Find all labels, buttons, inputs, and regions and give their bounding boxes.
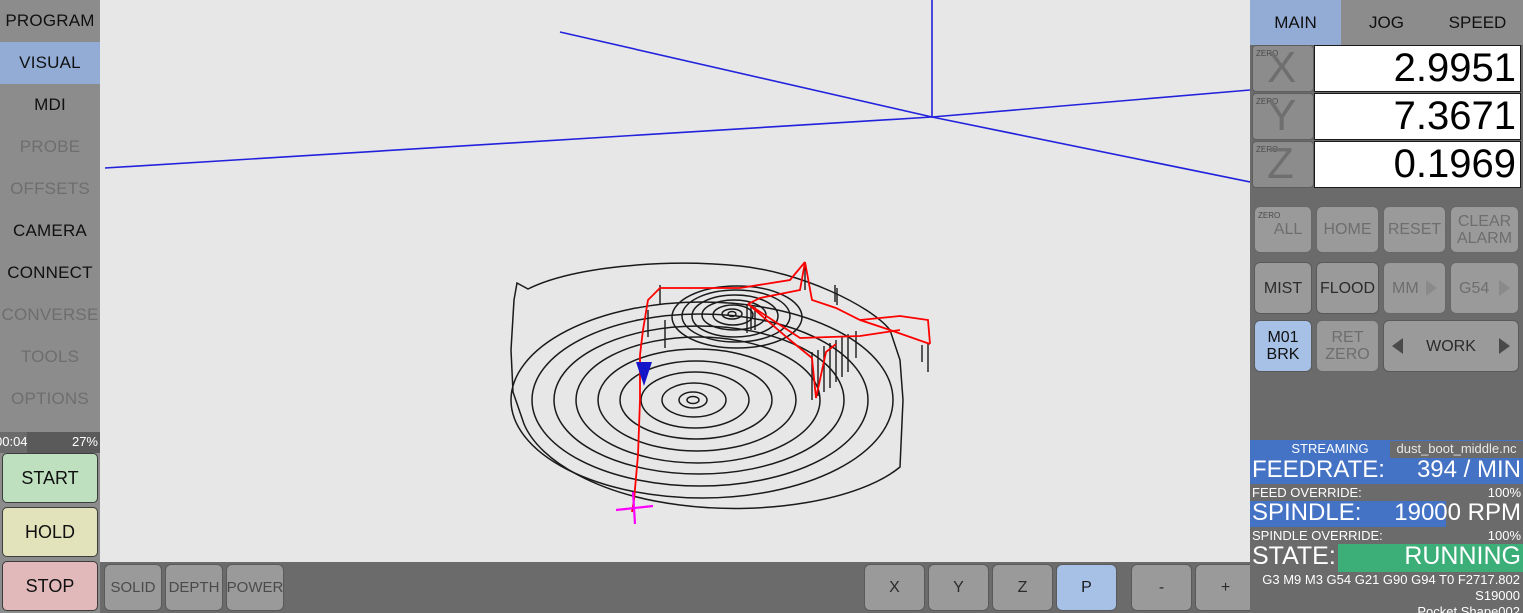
- machine-status-panel: STREAMING dust_boot_middle.nc FEEDRATE: …: [1250, 440, 1523, 613]
- units-selector: MM: [1383, 262, 1446, 314]
- coordinate-mode-label: WORK: [1426, 337, 1476, 355]
- streaming-label: STREAMING: [1291, 441, 1369, 456]
- view-button-y[interactable]: Y: [928, 564, 989, 611]
- toolpath-viewport[interactable]: [100, 0, 1250, 562]
- ret-zero-line-1: RET: [1331, 329, 1364, 346]
- dro-row-y: ZERO Y 7.3671: [1252, 91, 1521, 140]
- flood-button[interactable]: FLOOD: [1316, 262, 1379, 314]
- chevron-right-icon[interactable]: [1499, 338, 1510, 354]
- gcode-modal-line-2: S19000: [1250, 588, 1523, 604]
- tab-main[interactable]: MAIN: [1250, 0, 1341, 45]
- right-control-panel: MAIN JOG SPEED ZERO X 2.9951 ZERO Y 7.36…: [1250, 0, 1523, 613]
- zero-y-button[interactable]: ZERO Y: [1252, 91, 1314, 140]
- toolpath-canvas: [104, 0, 1250, 525]
- machine-axis-lines: [104, 0, 1250, 183]
- sidebar-item-connect[interactable]: CONNECT: [0, 252, 100, 294]
- dro-row-z: ZERO Z 0.1969: [1252, 139, 1521, 188]
- m01-line-1: M01: [1267, 329, 1299, 346]
- spindle-override-label: SPINDLE OVERRIDE:: [1252, 528, 1383, 543]
- digital-readout: ZERO X 2.9951 ZERO Y 7.3671 ZERO Z 0.196…: [1252, 43, 1521, 189]
- axis-letter-y: Y: [1267, 91, 1297, 140]
- sidebar-item-tools: TOOLS: [0, 336, 100, 378]
- feed-override-value: 100%: [1487, 485, 1521, 500]
- display-mode-depth[interactable]: DEPTH: [165, 564, 223, 611]
- state-row: STATE: RUNNING: [1250, 542, 1523, 572]
- state-label: STATE:: [1252, 542, 1336, 570]
- ret-zero-line-2: ZERO: [1325, 346, 1370, 363]
- zoom-out-button[interactable]: -: [1131, 564, 1192, 611]
- wcs-selector: G54: [1450, 262, 1519, 314]
- display-mode-power[interactable]: POWER: [226, 564, 284, 611]
- zero-all-button: ZERO ALL: [1254, 206, 1312, 253]
- m01-line-2: BRK: [1266, 346, 1300, 363]
- dro-value-y[interactable]: 7.3671: [1314, 93, 1521, 140]
- zero-label-x: ZERO: [1256, 49, 1279, 58]
- gcode-operation-name: Pocket Shape002: [1250, 604, 1523, 613]
- clear-alarm-line-1: CLEAR: [1457, 212, 1512, 230]
- sidebar-item-visual[interactable]: VISUAL: [0, 42, 100, 84]
- display-mode-solid[interactable]: SOLID: [104, 564, 162, 611]
- sidebar-item-camera[interactable]: CAMERA: [0, 210, 100, 252]
- return-zero-button: RET ZERO: [1316, 320, 1379, 372]
- units-label: MM: [1392, 279, 1419, 297]
- wcs-label: G54: [1459, 279, 1490, 297]
- axis-letter-z: Z: [1267, 139, 1294, 188]
- spindle-override-value: 100%: [1487, 528, 1521, 543]
- zero-label-y: ZERO: [1256, 97, 1279, 106]
- job-progress-percent: 27%: [71, 434, 98, 449]
- cut-toolpath: [510, 262, 904, 510]
- sidebar-item-program[interactable]: PROGRAM: [0, 0, 100, 42]
- zero-label-all: ZERO: [1258, 211, 1281, 220]
- chevron-left-icon[interactable]: [1392, 338, 1403, 354]
- view-button-x[interactable]: X: [864, 564, 925, 611]
- mist-button[interactable]: MIST: [1254, 262, 1312, 314]
- zero-x-button[interactable]: ZERO X: [1252, 43, 1314, 92]
- clear-alarm-button: CLEAR ALARM: [1450, 206, 1519, 253]
- feedrate-value: 394 / MIN: [1416, 456, 1521, 483]
- job-elapsed-time: 00:04: [0, 434, 28, 449]
- feed-override-label: FEED OVERRIDE:: [1252, 485, 1362, 500]
- gcode-modal-line-1: G3 M9 M3 G54 G21 G90 G94 T0 F2717.802: [1250, 572, 1523, 588]
- axis-letter-x: X: [1267, 43, 1297, 92]
- view-button-z[interactable]: Z: [992, 564, 1053, 611]
- sidebar-item-converse: CONVERSE: [0, 294, 100, 336]
- job-progress-bar: 00:04 27%: [0, 432, 100, 453]
- feedrate-row: FEEDRATE: 394 / MIN: [1250, 456, 1523, 484]
- dro-row-x: ZERO X 2.9951: [1252, 43, 1521, 92]
- zero-label-z: ZERO: [1256, 145, 1279, 154]
- dro-value-z[interactable]: 0.1969: [1314, 141, 1521, 188]
- clear-alarm-line-2: ALARM: [1456, 229, 1513, 247]
- sidebar-item-probe: PROBE: [0, 126, 100, 168]
- spindle-row: SPINDLE: 19000 RPM: [1250, 499, 1523, 527]
- viewport-toolbar: SOLID DEPTH POWER X Y Z P - +: [100, 562, 1256, 613]
- tab-speed[interactable]: SPEED: [1432, 0, 1523, 45]
- view-button-perspective[interactable]: P: [1056, 564, 1117, 611]
- coordinate-mode-selector[interactable]: WORK: [1383, 320, 1519, 372]
- feedrate-label: FEEDRATE:: [1252, 456, 1385, 483]
- chevron-right-icon: [1426, 280, 1437, 296]
- spindle-value: 19000 RPM: [1394, 499, 1521, 526]
- sidebar-item-offsets: OFFSETS: [0, 168, 100, 210]
- zero-z-button[interactable]: ZERO Z: [1252, 139, 1314, 188]
- panel-tabs: MAIN JOG SPEED: [1250, 0, 1523, 45]
- dro-value-x[interactable]: 2.9951: [1314, 45, 1521, 92]
- sidebar-item-options: OPTIONS: [0, 378, 100, 420]
- sidebar-item-mdi[interactable]: MDI: [0, 84, 100, 126]
- hold-button[interactable]: HOLD: [2, 507, 98, 557]
- rapid-toolpath: [631, 261, 931, 513]
- cnc-control-app: PROGRAM VISUAL MDI PROBE OFFSETS CAMERA …: [0, 0, 1523, 613]
- start-button[interactable]: START: [2, 453, 98, 503]
- home-button: HOME: [1316, 206, 1379, 253]
- zoom-in-button[interactable]: +: [1195, 564, 1256, 611]
- stop-button[interactable]: STOP: [2, 561, 98, 611]
- tab-jog[interactable]: JOG: [1341, 0, 1432, 45]
- chevron-right-icon: [1499, 280, 1510, 296]
- reset-button: RESET: [1383, 206, 1446, 253]
- spindle-label: SPINDLE:: [1252, 499, 1362, 526]
- m01-break-button[interactable]: M01 BRK: [1254, 320, 1312, 372]
- zero-all-label: ALL: [1273, 221, 1303, 238]
- state-value: RUNNING: [1404, 542, 1521, 570]
